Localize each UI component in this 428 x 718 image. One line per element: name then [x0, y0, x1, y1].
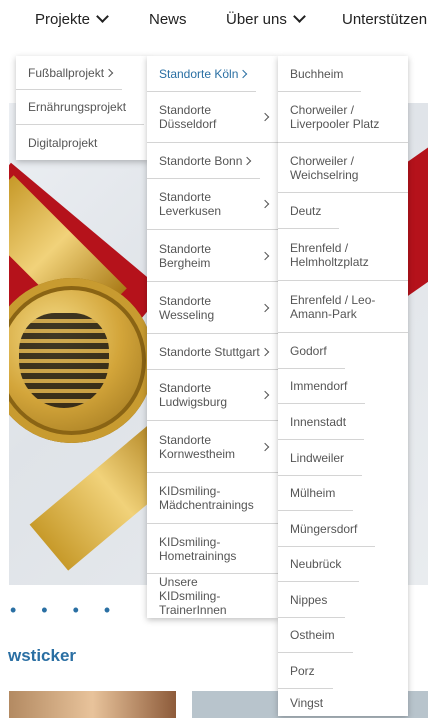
chevron-down-icon [96, 10, 109, 23]
eagle-emblem [19, 313, 109, 408]
section-title: wsticker [8, 646, 77, 665]
menu-item-label: Innenstadt [290, 414, 347, 429]
nav-item-unterstuetzen[interactable]: Unterstützen [342, 11, 427, 28]
menu-item-standorte-bergheim[interactable]: Standorte Bergheim [147, 230, 278, 282]
nav-item-label: Unterstützen [342, 11, 428, 28]
nav-item-projekte[interactable]: Projekte [35, 10, 109, 28]
chevron-right-icon [260, 199, 270, 209]
menu-item-label: KIDsmiling-Hometrainings [159, 534, 237, 563]
menu-item-standorte-duesseldorf[interactable]: Standorte Düsseldorf [147, 92, 278, 143]
chevron-down-icon [293, 10, 306, 23]
menu-item-label: Ernährungsprojekt [28, 100, 127, 114]
chevron-right-icon [260, 251, 270, 260]
menu-item-label: Müngersdorf [290, 521, 358, 536]
menu-item-location[interactable]: Ehrenfeld / Helmholtzplatz [278, 229, 408, 281]
menu-item-location[interactable]: Innenstadt [278, 404, 365, 440]
menu-item-label: KIDsmiling-Mädchentrainings [159, 484, 254, 512]
chevron-right-icon [260, 112, 270, 122]
menu-item-location[interactable]: Buchheim [278, 56, 362, 92]
menu-item-standorte-kornwestheim[interactable]: Standorte Kornwestheim [147, 421, 278, 473]
dropdown-level-1: Fußballprojekt Ernährungsprojekt Digital… [16, 56, 148, 160]
menu-item-location[interactable]: Lindweiler [278, 440, 363, 476]
menu-item-label: Buchheim [290, 66, 344, 81]
menu-item-label: Nippes [290, 592, 328, 607]
dropdown-level-3: Buchheim Chorweiler / Liverpooler Platz … [278, 56, 408, 716]
menu-item-standorte-wesseling[interactable]: Standorte Wesseling [147, 282, 278, 334]
chevron-right-icon [260, 390, 270, 400]
menu-item-trainerinnen[interactable]: Unsere KIDsmiling-TrainerInnen [147, 574, 278, 618]
menu-item-ernaehrungsprojekt[interactable]: Ernährungsprojekt [16, 90, 145, 125]
menu-item-label: Standorte Düsseldorf [159, 103, 217, 131]
menu-item-label: Fußballprojekt [28, 65, 105, 80]
menu-item-label: Ehrenfeld / Helmholtzplatz [290, 240, 369, 269]
menu-item-label: Standorte Kornwestheim [159, 432, 236, 461]
menu-item-location[interactable]: Neubrück [278, 547, 360, 582]
chevron-right-icon [243, 156, 252, 165]
chevron-right-icon [260, 442, 270, 451]
menu-item-label: Standorte Ludwigsburg [159, 381, 228, 409]
menu-item-label: Chorweiler / Liverpooler Platz [290, 103, 380, 131]
chevron-right-icon [104, 68, 114, 77]
menu-item-standorte-koeln[interactable]: Standorte Köln [147, 56, 257, 92]
menu-item-label: Standorte Bergheim [159, 241, 212, 270]
nav-item-label: Projekte [35, 11, 91, 28]
menu-item-location[interactable]: Godorf [278, 333, 345, 369]
menu-item-label: Porz [290, 663, 315, 678]
menu-item-location[interactable]: Deutz [278, 193, 340, 229]
menu-item-location[interactable]: Müngersdorf [278, 511, 376, 547]
menu-item-label: Lindweiler [290, 450, 345, 465]
nav-item-news[interactable]: News [149, 11, 187, 28]
menu-item-label: Standorte Leverkusen [159, 190, 222, 218]
menu-item-label: Standorte Stuttgart [159, 344, 260, 359]
menu-item-label: Neubrück [290, 557, 342, 571]
nav-item-ueber-uns[interactable]: Über uns [226, 10, 306, 28]
menu-item-standorte-bonn[interactable]: Standorte Bonn [147, 143, 261, 179]
menu-item-location[interactable]: Mülheim [278, 476, 354, 511]
menu-item-label: Unsere KIDsmiling-TrainerInnen [159, 575, 227, 617]
menu-item-location[interactable]: Chorweiler / Liverpooler Platz [278, 92, 408, 143]
menu-item-location[interactable]: Ehrenfeld / Leo-Amann-Park [278, 281, 408, 333]
menu-item-maedchentrainings[interactable]: KIDsmiling-Mädchentrainings [147, 473, 278, 524]
menu-item-location[interactable]: Immendorf [278, 369, 366, 404]
menu-item-label: Ostheim [290, 628, 335, 642]
menu-item-digitalprojekt[interactable]: Digitalprojekt [16, 125, 115, 160]
chevron-right-icon [239, 69, 248, 78]
menu-item-location[interactable]: Chorweiler / Weichselring [278, 143, 408, 193]
menu-item-standorte-ludwigsburg[interactable]: Standorte Ludwigsburg [147, 370, 278, 421]
menu-item-label: Ehrenfeld / Leo-Amann-Park [290, 292, 376, 321]
menu-item-hometrainings[interactable]: KIDsmiling-Hometrainings [147, 524, 278, 574]
menu-item-label: Standorte Köln [159, 66, 239, 81]
menu-item-standorte-stuttgart[interactable]: Standorte Stuttgart [147, 334, 278, 370]
news-thumbnail[interactable] [9, 691, 176, 718]
menu-item-label: Immendorf [290, 379, 348, 393]
top-navigation: Projekte News Über uns Unterstützen [0, 0, 428, 40]
menu-item-label: Deutz [290, 203, 322, 218]
menu-item-location[interactable]: Vingst [278, 689, 341, 716]
menu-item-location[interactable]: Ostheim [278, 618, 353, 653]
menu-item-label: Standorte Bonn [159, 153, 243, 168]
chevron-right-icon [260, 347, 269, 356]
chevron-right-icon [260, 303, 270, 312]
slider-dots[interactable]: • • • • [10, 600, 120, 621]
menu-item-label: Vingst [290, 695, 324, 710]
menu-item-label: Digitalprojekt [28, 135, 98, 150]
dropdown-level-2: Standorte Köln Standorte Düsseldorf Stan… [147, 56, 278, 618]
menu-item-standorte-leverkusen[interactable]: Standorte Leverkusen [147, 179, 278, 230]
menu-item-label: Godorf [290, 343, 327, 358]
menu-item-label: Standorte Wesseling [159, 293, 215, 322]
menu-item-location[interactable]: Porz [278, 653, 333, 689]
menu-item-fussballprojekt[interactable]: Fußballprojekt [16, 56, 123, 90]
menu-item-label: Chorweiler / Weichselring [290, 153, 359, 182]
menu-item-location[interactable]: Nippes [278, 582, 346, 618]
menu-item-label: Mülheim [290, 486, 336, 500]
nav-item-label: Über uns [226, 11, 287, 28]
nav-item-label: News [149, 11, 187, 28]
